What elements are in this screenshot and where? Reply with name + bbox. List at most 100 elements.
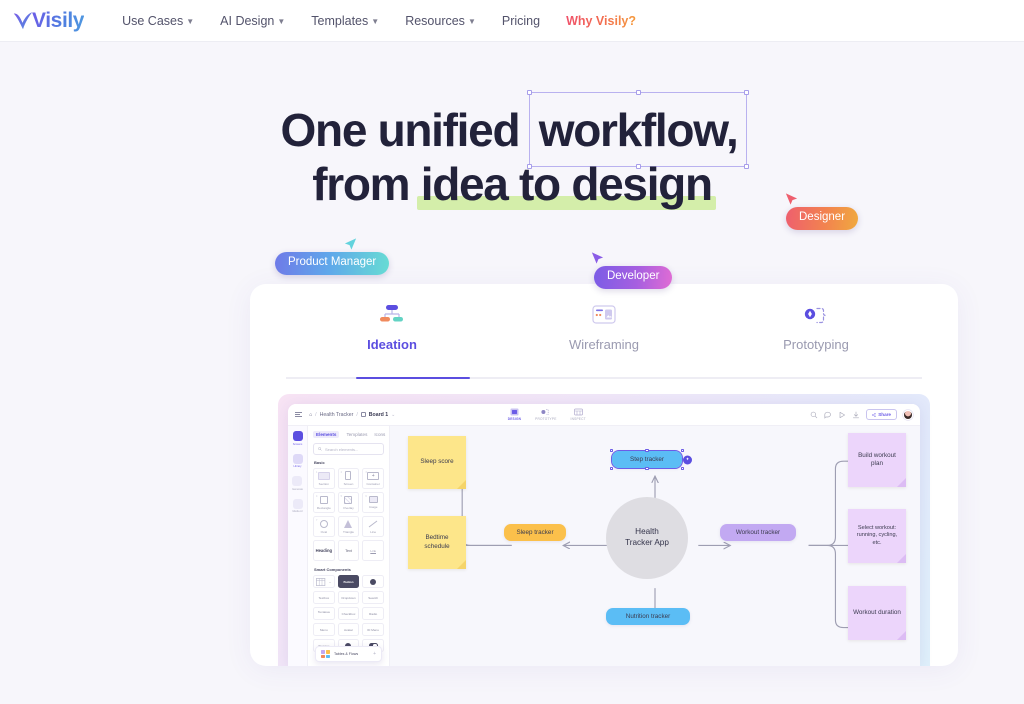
resize-handle-top-left[interactable] — [526, 90, 532, 95]
search-icon[interactable] — [810, 411, 818, 419]
smart-tile-textbox[interactable]: Textbox — [313, 591, 335, 604]
nav-item-templates[interactable]: Templates ▼ — [311, 14, 379, 28]
smart-tile-avatar[interactable]: Avatar — [337, 623, 360, 636]
node-nutrition-tracker[interactable]: Nutrition tracker — [606, 608, 690, 625]
selected-word-group[interactable]: workflow, — [526, 90, 750, 169]
active-tab-underline — [356, 377, 470, 379]
resize-handle-top-left[interactable] — [609, 448, 614, 453]
resize-handle-top-right[interactable] — [680, 448, 685, 453]
smart-components-title: Smart Components — [314, 567, 351, 572]
tab-wireframing[interactable]: Wireframing — [498, 296, 710, 364]
node-workout-duration[interactable]: Workout duration — [848, 586, 906, 640]
rail-item-library[interactable]: Library — [292, 453, 303, 468]
diagram-canvas[interactable]: Sleep score Bedtime schedule Sleep track… — [390, 426, 920, 666]
rail-item-media-ai[interactable]: Media AI — [292, 498, 303, 513]
element-tile-text[interactable]: Text — [337, 540, 360, 561]
smart-tile-checkbox[interactable]: Checkbox — [337, 607, 360, 620]
resize-handle-top-right[interactable] — [744, 90, 750, 95]
nav-item-pricing[interactable]: Pricing — [502, 14, 540, 28]
smart-tile-table[interactable]: ⌄ — [313, 575, 335, 588]
home-icon[interactable]: ⌂ — [309, 412, 312, 418]
search-input[interactable]: Search elements... — [313, 443, 384, 455]
feature-showcase-card: Ideation Wireframing Prototyping ⌂ / Hea… — [250, 284, 958, 666]
node-bedtime-schedule[interactable]: Bedtime schedule — [408, 516, 466, 569]
tab-ideation[interactable]: Ideation — [286, 296, 498, 364]
mode-prototype[interactable]: PROTOTYPE — [535, 408, 556, 421]
breadcrumb-board[interactable]: Board 1 — [369, 412, 388, 418]
smart-tile-button[interactable]: Button — [337, 575, 360, 588]
rail-item-generate[interactable]: Generate — [292, 476, 303, 491]
element-tile-container[interactable]: 3 + Container — [362, 468, 384, 489]
comment-icon[interactable] — [824, 411, 832, 419]
element-tile-heading[interactable]: Heading — [313, 540, 335, 561]
ai-action-icon[interactable]: ✦ — [683, 455, 692, 464]
share-button[interactable]: Share — [866, 409, 897, 420]
resize-handle-bottom-left[interactable] — [609, 466, 614, 471]
smart-tile-icon[interactable] — [362, 575, 384, 588]
visily-logo-text: Visily — [32, 8, 85, 32]
node-label: Sleep tracker — [516, 529, 554, 536]
element-tile-rectangle[interactable]: 4 Rectangle — [313, 492, 335, 513]
play-icon[interactable] — [838, 411, 846, 419]
tables-and-flows-chip[interactable]: Tables & Flows + — [315, 646, 382, 662]
chevron-down-icon[interactable]: ⌄ — [391, 412, 395, 418]
download-icon[interactable] — [852, 411, 860, 419]
resize-handle-bottom-right[interactable] — [680, 466, 685, 471]
nav-item-resources[interactable]: Resources ▼ — [405, 14, 476, 28]
smart-tile-menu[interactable]: Menu — [313, 623, 335, 636]
node-label: Step tracker — [630, 456, 664, 463]
element-tile-triangle[interactable]: Triangle — [337, 516, 360, 537]
element-tile-image[interactable]: 6 Image — [362, 492, 384, 513]
breadcrumb-project[interactable]: Health Tracker — [320, 412, 354, 418]
node-sleep-tracker[interactable]: Sleep tracker — [504, 524, 566, 541]
smart-tile-radio[interactable]: Radio — [362, 607, 384, 620]
tile-label: Triangle — [342, 529, 355, 534]
feature-tab-bar: Ideation Wireframing Prototyping — [250, 284, 958, 379]
panel-tab-templates[interactable]: Templates — [346, 432, 367, 437]
nav-item-ai-design[interactable]: AI Design ▼ — [220, 14, 285, 28]
resize-handle-bottom-middle[interactable] — [645, 466, 649, 471]
menu-icon[interactable] — [295, 411, 302, 418]
smart-tile-dropdown[interactable]: Dropdown — [337, 591, 360, 604]
resize-handle-top-middle[interactable] — [635, 90, 641, 95]
element-tile-link[interactable]: Link — [362, 540, 384, 561]
rail-item-screens[interactable]: Screens — [292, 431, 303, 446]
smart-components-grid: ⌄ Button Textbox Dropdown Search Textare… — [313, 575, 384, 652]
nav-item-why-visily[interactable]: Why Visily? — [566, 14, 636, 28]
panel-tab-bar: Elements Templates Icons ‹ — [313, 431, 385, 438]
panel-tab-icons[interactable]: Icons — [374, 432, 385, 437]
chevron-down-icon: ▼ — [277, 17, 286, 26]
visily-logo[interactable]: Visily — [12, 9, 84, 33]
search-icon — [318, 447, 322, 451]
node-sleep-score[interactable]: Sleep score — [408, 436, 466, 489]
smart-tile-textarea[interactable]: Textarea — [313, 607, 335, 620]
cursor-arrow-icon — [785, 193, 798, 205]
section-icon — [317, 471, 330, 480]
element-tile-overlay[interactable]: 5 Overlay — [337, 492, 360, 513]
tab-prototyping[interactable]: Prototyping — [710, 296, 922, 364]
tab-label: Wireframing — [568, 337, 640, 352]
node-workout-tracker[interactable]: Workout tracker — [720, 524, 796, 541]
avatar[interactable] — [903, 409, 913, 420]
element-tile-section[interactable]: 1 Section — [313, 468, 335, 489]
headline-line-1: One unified workflow, — [0, 90, 1024, 169]
element-tile-line[interactable]: Line — [362, 516, 384, 537]
smart-tile-search[interactable]: Search — [362, 591, 384, 604]
node-select-workout[interactable]: Select workout: running, cycling, etc. — [848, 509, 906, 563]
resize-handle-top-middle[interactable] — [645, 448, 649, 453]
node-step-tracker[interactable]: Step tracker ✦ — [609, 448, 692, 471]
element-tile-oval[interactable]: 7 Oval — [313, 516, 335, 537]
nav-item-use-cases[interactable]: Use Cases ▼ — [122, 14, 194, 28]
node-build-workout-plan[interactable]: Build workout plan — [848, 433, 906, 487]
mode-inspect[interactable]: INSPECT — [571, 408, 586, 421]
library-icon — [292, 453, 303, 464]
panel-tab-elements[interactable]: Elements — [313, 431, 340, 438]
line-icon — [368, 520, 378, 527]
add-icon[interactable]: + — [373, 651, 376, 657]
smart-tile-id-menu[interactable]: ID Menu — [362, 623, 384, 636]
node-label: Select workout: running, cycling, etc. — [856, 524, 898, 546]
mode-design[interactable]: DESIGN — [508, 408, 521, 421]
node-health-tracker-app[interactable]: Health Tracker App — [606, 497, 688, 579]
headline-selected-word: workflow, — [538, 104, 739, 156]
element-tile-screen[interactable]: 2 Screen — [337, 468, 360, 489]
